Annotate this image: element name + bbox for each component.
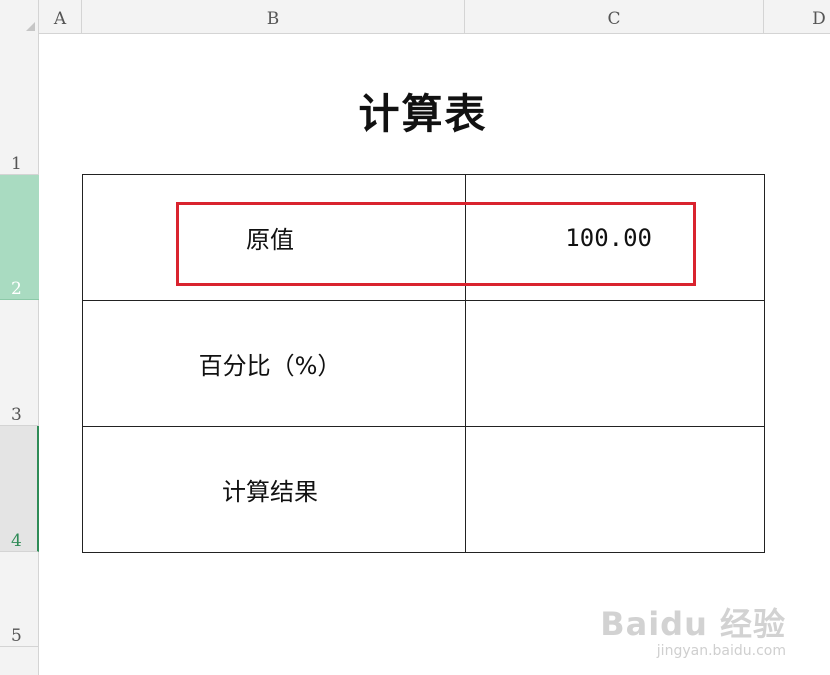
row-number: 1	[11, 154, 22, 174]
row-header-1[interactable]: 1	[0, 34, 39, 175]
row-number: 2	[11, 279, 22, 299]
table-row: 计算结果	[82, 426, 765, 553]
row-header-4[interactable]: 4	[0, 426, 39, 552]
sheet-title[interactable]: 计算表	[82, 80, 764, 140]
result-label: 计算结果	[222, 478, 318, 506]
column-header-d[interactable]: D	[764, 0, 830, 33]
watermark-url: jingyan.baidu.com	[656, 643, 786, 659]
original-value-label: 原值	[246, 226, 294, 254]
calculation-table: 原值 100.00 百分比（%） 计算结果	[82, 174, 765, 553]
row-number: 5	[11, 626, 22, 646]
cell-b4[interactable]: 计算结果	[82, 426, 466, 553]
column-header-c[interactable]: C	[465, 0, 764, 33]
percentage-label: 百分比（%）	[198, 352, 342, 380]
watermark-logo-text: Baidu 经验	[600, 605, 786, 643]
row-header-3[interactable]: 3	[0, 300, 39, 426]
spreadsheet-view: A B C D 1 2 3 4 5 计算表 原值 100.00 百分比（%） 计…	[0, 0, 830, 675]
column-header-a[interactable]: A	[39, 0, 82, 33]
table-row: 原值 100.00	[82, 174, 765, 301]
original-value: 100.00	[565, 223, 652, 252]
cell-c2[interactable]: 100.00	[465, 174, 765, 301]
table-row: 百分比（%）	[82, 300, 765, 427]
cell-b3[interactable]: 百分比（%）	[82, 300, 466, 427]
select-all-icon	[26, 22, 35, 31]
select-all-corner[interactable]	[0, 0, 39, 34]
column-header-bar: A B C D	[0, 0, 830, 34]
column-header-b[interactable]: B	[82, 0, 465, 33]
row-header-2[interactable]: 2	[0, 175, 39, 300]
row-number: 3	[11, 405, 22, 425]
cell-b2[interactable]: 原值	[82, 174, 466, 301]
baidu-jingyan-watermark: Baidu 经验 jingyan.baidu.com	[600, 599, 786, 659]
row-number: 4	[11, 531, 22, 551]
cell-c3[interactable]	[465, 300, 765, 427]
row-header-5[interactable]: 5	[0, 552, 39, 647]
cell-c4[interactable]	[465, 426, 765, 553]
